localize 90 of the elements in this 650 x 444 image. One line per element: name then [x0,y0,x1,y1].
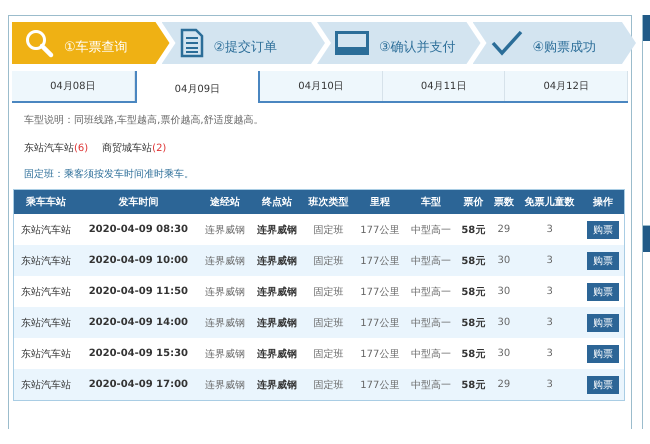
column-header: 终点站 [250,190,303,214]
table-cell: 中型高一 [405,369,457,400]
table-cell: 连界威钢 [250,245,303,276]
table-cell: 177公里 [354,276,406,307]
table-cell: 58元 [456,276,490,307]
table-cell: 2020-04-09 15:30 [78,338,200,369]
column-header: 里程 [354,190,406,214]
buy-button[interactable]: 购票 [586,282,619,300]
date-tab[interactable]: 04月12日 [505,71,628,101]
column-header: 乘车车站 [14,190,78,214]
table-cell: 58元 [456,369,490,400]
vehicle-note: 车型说明：同班线路,车型越高,票价越高,舒适度越高。 [24,114,265,127]
table-cell: 2020-04-09 11:50 [78,276,200,307]
table-cell: 30 [490,245,518,276]
table-cell: 30 [490,276,518,307]
column-header: 途经站 [199,190,251,214]
buy-button[interactable]: 购票 [586,344,619,362]
column-header: 发车时间 [78,190,200,214]
table-cell: 30 [490,307,518,338]
table-cell: 177公里 [354,338,406,369]
table-cell: 东站汽车站 [14,338,78,369]
table-cell: 连界威钢 [250,276,303,307]
date-tab[interactable]: 04月11日 [382,71,506,101]
table-cell: 中型高一 [405,307,457,338]
table-cell: 58元 [456,338,490,369]
date-tab[interactable]: 04月09日 [134,71,260,103]
screen-icon [335,31,369,55]
fixed-note: 固定班：乘客须按发车时间准时乘车。 [24,168,195,181]
table-cell: 东站汽车站 [14,276,78,307]
table-cell: 3 [518,369,582,400]
table-cell: 固定班 [302,214,354,245]
table-cell: 中型高一 [405,214,457,245]
search-icon [24,28,54,58]
table-cell: 东站汽车站 [14,245,78,276]
table-cell: 连界威钢 [250,338,303,369]
check-icon [490,30,522,56]
table-cell: 3 [518,307,582,338]
table-cell: 连界威钢 [199,307,251,338]
buy-button[interactable]: 购票 [586,220,619,238]
column-header: 票价 [456,190,490,214]
table-cell: 29 [490,369,518,400]
table-cell: 固定班 [302,338,354,369]
table-cell: 3 [518,245,582,276]
table-cell: 58元 [456,214,490,245]
table-cell: 连界威钢 [199,338,251,369]
table-cell: 中型高一 [405,245,457,276]
column-header: 班次类型 [302,190,354,214]
document-icon [180,28,204,58]
table-cell: 2020-04-09 08:30 [78,214,200,245]
table-cell: 连界威钢 [250,369,303,400]
table-cell: 3 [518,338,582,369]
table-cell: 3 [518,276,582,307]
table-cell: 连界威钢 [199,276,251,307]
table-cell: 中型高一 [405,276,457,307]
table-cell: 连界威钢 [250,214,303,245]
table-cell: 东站汽车站 [14,369,78,400]
column-header: 操作 [582,190,624,214]
table-cell: 固定班 [302,369,354,400]
date-tab[interactable]: 04月08日 [12,71,135,101]
table-cell: 东站汽车站 [14,214,78,245]
table-cell: 连界威钢 [199,369,251,400]
column-header: 免票儿童数 [518,190,582,214]
buy-button[interactable]: 购票 [586,376,619,394]
table-cell: 2020-04-09 10:00 [78,245,200,276]
table-cell: 连界威钢 [199,214,251,245]
buy-button[interactable]: 购票 [586,314,619,332]
table-cell: 固定班 [302,276,354,307]
table-cell: 东站汽车站 [14,307,78,338]
column-header: 票数 [490,190,518,214]
table-cell: 58元 [456,245,490,276]
station-link[interactable]: 东站汽车站(6) [24,141,88,155]
table-cell: 固定班 [302,245,354,276]
table-cell: 58元 [456,307,490,338]
table-cell: 连界威钢 [250,307,303,338]
table-cell: 固定班 [302,307,354,338]
date-tab[interactable]: 04月10日 [260,71,383,101]
table-cell: 30 [490,338,518,369]
table-cell: 177公里 [354,214,406,245]
table-cell: 2020-04-09 17:00 [78,369,200,400]
table-cell: 连界威钢 [199,245,251,276]
table-cell: 中型高一 [405,338,457,369]
station-link[interactable]: 商贸城车站(2) [102,141,166,155]
column-header: 车型 [405,190,457,214]
table-cell: 177公里 [354,307,406,338]
table-cell: 3 [518,214,582,245]
table-cell: 177公里 [354,369,406,400]
table-cell: 177公里 [354,245,406,276]
table-cell: 29 [490,214,518,245]
buy-button[interactable]: 购票 [586,252,619,270]
table-cell: 2020-04-09 14:00 [78,307,200,338]
